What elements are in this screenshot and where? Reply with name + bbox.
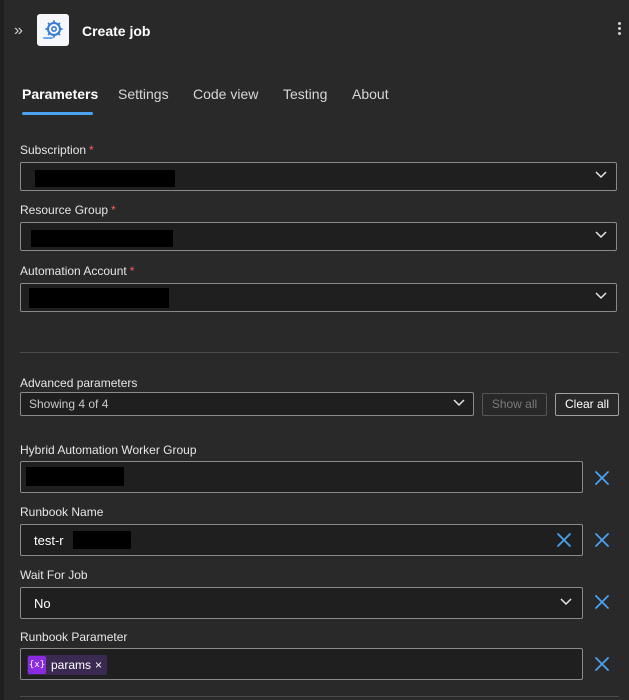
tab-about[interactable]: About xyxy=(352,86,389,102)
hybrid-worker-input[interactable] xyxy=(20,461,583,493)
section-divider xyxy=(20,352,619,353)
wait-for-job-value: No xyxy=(34,596,51,611)
bottom-divider xyxy=(20,696,619,697)
resource-group-dropdown[interactable] xyxy=(20,222,617,251)
panel-header: » Create job xyxy=(6,0,629,62)
wait-for-job-label: Wait For Job xyxy=(20,568,88,582)
token-remove-icon[interactable]: × xyxy=(95,658,102,672)
remove-wait-for-job-icon[interactable] xyxy=(594,594,610,610)
redacted-value xyxy=(26,467,124,486)
runbook-parameter-label: Runbook Parameter xyxy=(20,630,128,644)
subscription-dropdown[interactable] xyxy=(20,162,617,191)
tab-parameters[interactable]: Parameters xyxy=(22,86,98,102)
tab-settings[interactable]: Settings xyxy=(118,86,169,102)
active-tab-indicator xyxy=(22,112,93,115)
automation-account-label: Automation Account * xyxy=(20,264,135,278)
more-vertical-icon[interactable] xyxy=(615,20,623,40)
gear-cloud-icon xyxy=(37,14,69,46)
runbook-parameter-input[interactable]: {x} params × xyxy=(20,648,583,680)
subscription-label: Subscription * xyxy=(20,143,94,157)
redacted-value xyxy=(31,230,173,247)
chevron-down-icon xyxy=(560,598,572,606)
token-label: params xyxy=(51,658,92,672)
chevron-down-icon xyxy=(595,171,607,179)
tab-code-view[interactable]: Code view xyxy=(193,86,258,102)
resource-group-label: Resource Group * xyxy=(20,203,116,217)
collapse-panel-icon[interactable]: » xyxy=(14,22,23,40)
show-all-button[interactable]: Show all xyxy=(482,393,547,416)
runbook-name-label: Runbook Name xyxy=(20,505,104,519)
runbook-name-input[interactable]: test-r xyxy=(20,524,583,556)
wait-for-job-dropdown[interactable]: No xyxy=(20,587,583,619)
advanced-parameters-dropdown[interactable]: Showing 4 of 4 xyxy=(20,392,474,416)
remove-hybrid-worker-icon[interactable] xyxy=(594,470,610,486)
redacted-value xyxy=(35,170,175,187)
chevron-down-icon xyxy=(453,399,465,407)
advanced-parameters-value: Showing 4 of 4 xyxy=(29,397,109,411)
automation-account-dropdown[interactable] xyxy=(20,283,617,312)
left-edge xyxy=(0,0,4,700)
variable-icon: {x} xyxy=(28,656,46,674)
expression-token[interactable]: {x} params × xyxy=(27,655,108,675)
remove-runbook-name-icon[interactable] xyxy=(594,532,610,548)
clear-input-icon[interactable] xyxy=(556,532,572,548)
remove-runbook-parameter-icon[interactable] xyxy=(594,656,610,672)
redacted-value xyxy=(73,531,131,549)
tab-testing[interactable]: Testing xyxy=(283,86,327,102)
redacted-value xyxy=(29,288,169,308)
hybrid-worker-label: Hybrid Automation Worker Group xyxy=(20,443,197,457)
chevron-down-icon xyxy=(595,231,607,239)
chevron-down-icon xyxy=(595,292,607,300)
page-title: Create job xyxy=(82,23,151,39)
runbook-name-value: test-r xyxy=(34,533,64,548)
clear-all-button[interactable]: Clear all xyxy=(555,393,619,416)
advanced-parameters-label: Advanced parameters xyxy=(20,376,138,390)
